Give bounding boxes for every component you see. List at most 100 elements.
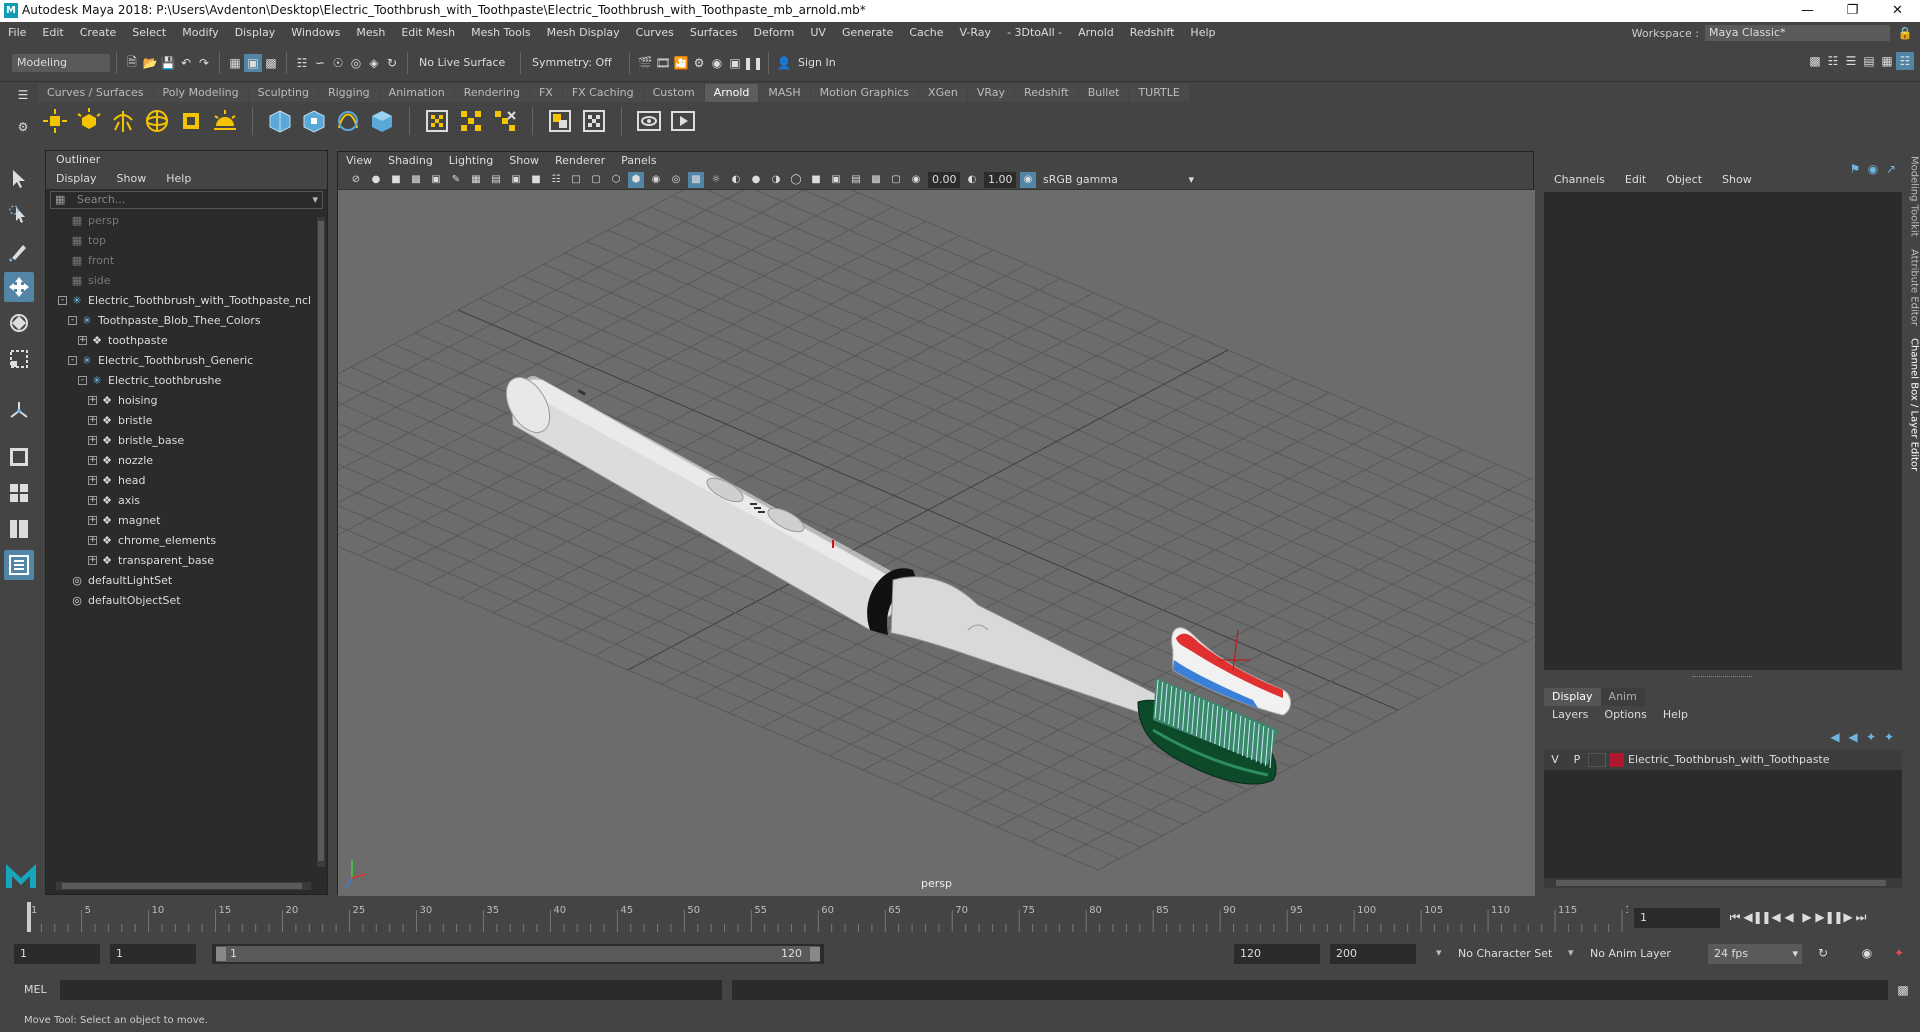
menu-windows[interactable]: Windows xyxy=(283,22,348,44)
textured-icon[interactable]: ▩ xyxy=(688,171,704,188)
grease-pencil-icon[interactable]: ✎ xyxy=(448,172,464,188)
expand-icon[interactable]: + xyxy=(88,496,97,505)
shelf-tab-arnold[interactable]: Arnold xyxy=(704,84,759,102)
go-to-start-icon[interactable]: ⏮ xyxy=(1726,908,1744,926)
maximize-button[interactable]: ❐ xyxy=(1830,0,1875,22)
expand-icon[interactable]: + xyxy=(88,516,97,525)
grid-toggle-icon[interactable]: ▦ xyxy=(468,172,484,188)
shelf-tab-motion-graphics[interactable]: Motion Graphics xyxy=(810,84,919,102)
play-forwards-icon[interactable]: ▶ xyxy=(1798,908,1816,926)
step-forward-key-icon[interactable]: ▶❚ xyxy=(1815,908,1834,926)
menu-modify[interactable]: Modify xyxy=(174,22,226,44)
character-set-arrow-icon[interactable]: ▾ xyxy=(1436,946,1442,959)
arnold-flush-textures-icon[interactable] xyxy=(456,106,486,136)
layer-tab-anim[interactable]: Anim xyxy=(1600,688,1645,706)
wireframe-icon[interactable]: ⬡ xyxy=(608,172,624,188)
sign-in-button[interactable]: Sign In xyxy=(793,54,881,72)
outliner-toggle-icon[interactable]: ☷ xyxy=(1896,52,1914,70)
arnold-curve-collector-icon[interactable] xyxy=(333,106,363,136)
range-bar[interactable]: 1 120 xyxy=(212,944,824,964)
layer-playback-toggle[interactable]: P xyxy=(1566,750,1588,770)
anim-layer-dropdown[interactable]: No Anim Layer xyxy=(1584,944,1694,964)
viewport-menu-show[interactable]: Show xyxy=(501,152,547,170)
character-set-dropdown[interactable]: No Character Set xyxy=(1452,944,1562,964)
outliner-menu-help[interactable]: Help xyxy=(156,169,201,189)
new-layer-icon[interactable]: ✦ xyxy=(1880,728,1898,746)
outliner-item[interactable]: ▦ persp xyxy=(46,211,327,231)
menu-arnold[interactable]: Arnold xyxy=(1070,22,1122,44)
modeling-toolkit-tab[interactable]: Modeling Toolkit xyxy=(1909,156,1920,237)
collapse-icon[interactable]: - xyxy=(58,296,67,305)
xray-active-icon[interactable]: ▩ xyxy=(868,172,884,188)
layer-name[interactable]: Electric_Toothbrush_with_Toothpaste xyxy=(1628,750,1830,770)
layer-visibility-toggle[interactable]: V xyxy=(1544,750,1566,770)
render-settings-icon[interactable]: ⚙ xyxy=(690,54,708,72)
shelf-menu-icon[interactable]: ☰ xyxy=(14,86,32,104)
range-start-handle[interactable] xyxy=(216,947,226,961)
new-layer-selected-icon[interactable]: ✦ xyxy=(1862,728,1880,746)
expand-icon[interactable]: + xyxy=(88,476,97,485)
layer-color-swatch[interactable] xyxy=(1610,753,1624,767)
layer-menu-layers[interactable]: Layers xyxy=(1544,706,1596,724)
channel-menu-show[interactable]: Show xyxy=(1712,170,1762,190)
play-backwards-icon[interactable]: ◀ xyxy=(1780,908,1798,926)
anim-layer-arrow-icon[interactable]: ▾ xyxy=(1568,946,1574,959)
shelf-tab-turtle[interactable]: TURTLE xyxy=(1129,84,1189,102)
safe-title-icon[interactable]: ▢ xyxy=(588,172,604,188)
attribute-editor-tab[interactable]: Attribute Editor xyxy=(1909,249,1920,326)
snap-surface-icon[interactable]: ◈ xyxy=(365,54,383,72)
command-input[interactable] xyxy=(60,980,722,1000)
step-forward-frame-icon[interactable]: ❚▶ xyxy=(1833,908,1852,926)
outliner-search-input[interactable]: ▦ Search... ▾ xyxy=(50,191,323,209)
outliner-item[interactable]: ◎ defaultObjectSet xyxy=(46,591,327,611)
channel-box-expand-icon[interactable]: ↗ xyxy=(1882,160,1900,178)
menu-mesh-tools[interactable]: Mesh Tools xyxy=(463,22,539,44)
shelf-tab-sculpting[interactable]: Sculpting xyxy=(248,84,318,102)
viewport-menu-panels[interactable]: Panels xyxy=(613,152,664,170)
gamma-icon[interactable]: ◐ xyxy=(964,172,980,188)
layer-display-type[interactable] xyxy=(1588,753,1606,767)
outliner-layout-icon[interactable] xyxy=(4,550,34,580)
safe-action-icon[interactable]: □ xyxy=(568,172,584,188)
menu-file[interactable]: File xyxy=(0,22,34,44)
outliner-item[interactable]: + ❖ chrome_elements xyxy=(46,531,327,551)
ipr-render-icon[interactable]: 🎦 xyxy=(672,54,690,72)
modeling-toolkit-icon[interactable]: ▩ xyxy=(1806,52,1824,70)
arnold-render-icon[interactable] xyxy=(668,106,698,136)
shelf-tab-redshift[interactable]: Redshift xyxy=(1015,84,1078,102)
select-hierarchy-icon[interactable]: ▦ xyxy=(226,54,244,72)
outliner-item[interactable]: + ❖ bristle xyxy=(46,411,327,431)
arnold-tx-manager-icon[interactable] xyxy=(579,106,609,136)
open-scene-icon[interactable]: 📂 xyxy=(141,54,159,72)
expand-icon[interactable]: + xyxy=(78,336,87,345)
four-view-layout-icon[interactable] xyxy=(4,478,34,508)
shelf-tab-poly-modeling[interactable]: Poly Modeling xyxy=(153,84,248,102)
arnold-light-portal-icon[interactable] xyxy=(176,106,206,136)
layer-menu-options[interactable]: Options xyxy=(1596,706,1654,724)
viewport-menu-shading[interactable]: Shading xyxy=(380,152,441,170)
layer-tab-display[interactable]: Display xyxy=(1544,688,1601,706)
motion-blur-icon[interactable]: ◑ xyxy=(768,172,784,188)
shelf-tab-curves-surfaces[interactable]: Curves / Surfaces xyxy=(38,84,153,102)
menu-help[interactable]: Help xyxy=(1182,22,1223,44)
layer-menu-help[interactable]: Help xyxy=(1655,706,1696,724)
shadows-icon[interactable]: ◐ xyxy=(728,172,744,188)
image-plane-icon[interactable]: ▩ xyxy=(408,172,424,188)
save-scene-icon[interactable]: 💾 xyxy=(159,54,177,72)
snap-grid-icon[interactable]: ☷ xyxy=(293,54,311,72)
symmetry-dropdown[interactable]: Symmetry: Off xyxy=(527,54,623,72)
outliner-item[interactable]: + ❖ bristle_base xyxy=(46,431,327,451)
lock-icon[interactable]: 🔒 xyxy=(1896,24,1914,42)
persp-outliner-layout-icon[interactable] xyxy=(4,514,34,544)
xray-joints-icon[interactable]: ▢ xyxy=(888,172,904,188)
channel-menu-object[interactable]: Object xyxy=(1656,170,1712,190)
expand-icon[interactable]: + xyxy=(88,396,97,405)
outliner-item[interactable]: + ❖ magnet xyxy=(46,511,327,531)
command-language-label[interactable]: MEL xyxy=(24,983,47,996)
menu-edit-mesh[interactable]: Edit Mesh xyxy=(393,22,463,44)
new-scene-icon[interactable]: 🗎 xyxy=(123,54,141,72)
animation-start-field[interactable]: 1 xyxy=(14,944,100,964)
shelf-tab-rendering[interactable]: Rendering xyxy=(454,84,529,102)
gamma-field[interactable]: 1.00 xyxy=(984,171,1016,188)
outliner-item[interactable]: + ❖ transparent_base xyxy=(46,551,327,571)
